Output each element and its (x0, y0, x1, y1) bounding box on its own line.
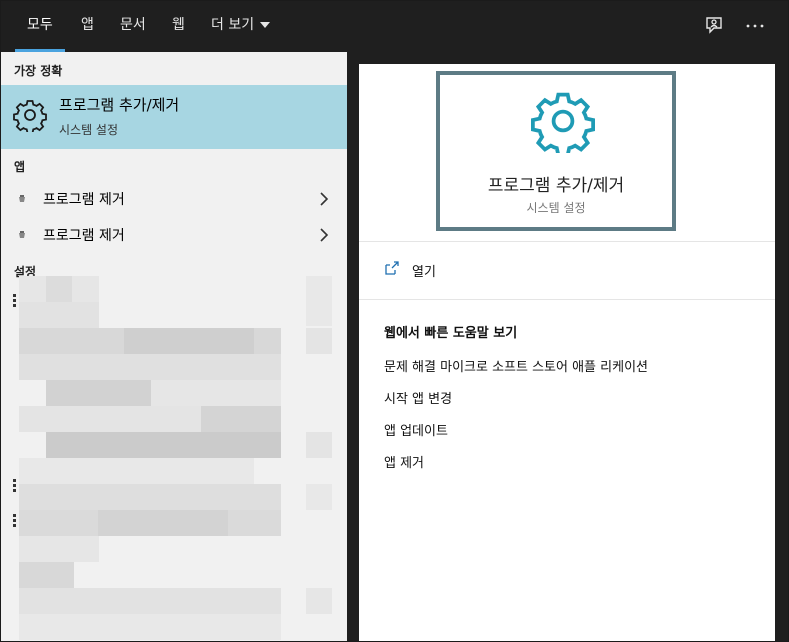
best-match-subtitle: 시스템 설정 (59, 123, 119, 137)
web-link-change-startup-apps[interactable]: 시작 앱 변경 (384, 388, 452, 407)
divider (359, 299, 775, 300)
feedback-icon[interactable] (702, 14, 726, 38)
web-link-update-apps[interactable]: 앱 업데이트 (384, 420, 448, 439)
app-result-uninstall-2[interactable]: 프로그램 제거 (1, 218, 347, 252)
preview-subtitle: 시스템 설정 (526, 201, 586, 215)
chevron-right-icon[interactable] (319, 227, 329, 243)
tab-web-label: 웹 (172, 17, 185, 33)
open-button[interactable]: 열기 (379, 258, 579, 286)
best-match-title: 프로그램 추가/제거 (59, 96, 180, 114)
tab-web[interactable]: 웹 (170, 1, 187, 52)
app-result-label: 프로그램 제거 (43, 192, 125, 208)
preview-title: 프로그램 추가/제거 (487, 176, 625, 196)
best-match-result[interactable]: 프로그램 추가/제거 시스템 설정 (1, 85, 347, 149)
divider (359, 241, 775, 242)
tab-apps[interactable]: 앱 (79, 1, 96, 52)
apps-header: 앱 (14, 160, 26, 174)
tab-documents[interactable]: 문서 (118, 1, 148, 52)
web-link-remove-apps[interactable]: 앱 제거 (384, 452, 424, 471)
program-icon (19, 195, 25, 202)
tab-all-label: 모두 (27, 17, 53, 33)
more-options-icon[interactable] (743, 14, 767, 38)
search-topbar: 모두 앱 문서 웹 더 보기 (1, 1, 788, 52)
tab-all[interactable]: 모두 (15, 1, 65, 52)
app-result-uninstall-1[interactable]: 프로그램 제거 (1, 182, 347, 216)
tab-documents-label: 문서 (120, 17, 146, 33)
chevron-right-icon[interactable] (319, 191, 329, 207)
results-pane: 가장 정확 프로그램 추가/제거 시스템 설정 앱 프로그램 제거 프로그램 제… (1, 52, 347, 641)
search-window: 모두 앱 문서 웹 더 보기 가장 정확 프로그램 추가/제거 시스템 설정 앱… (0, 0, 789, 642)
preview-pane: 프로그램 추가/제거 시스템 설정 열기 웹에서 빠른 도움말 보기 문제 해결… (359, 64, 775, 641)
best-match-header: 가장 정확 (14, 64, 63, 78)
tab-apps-label: 앱 (81, 17, 94, 33)
preview-card: 프로그램 추가/제거 시스템 설정 (436, 71, 676, 231)
gear-icon (531, 92, 595, 153)
program-icon (19, 231, 25, 238)
web-link-troubleshoot-store[interactable]: 문제 해결 마이크로 소프트 스토어 애플 리케이션 (384, 356, 648, 375)
tab-more-label: 더 보기 (211, 17, 255, 33)
app-result-label: 프로그램 제거 (43, 228, 125, 244)
tab-more[interactable]: 더 보기 (209, 1, 272, 52)
gear-icon (13, 100, 47, 132)
open-icon (385, 261, 399, 275)
chevron-down-icon (260, 22, 271, 28)
window-edge (775, 64, 788, 641)
blurred-settings-results (1, 274, 347, 641)
open-label: 열기 (412, 265, 436, 280)
web-help-header: 웹에서 빠른 도움말 보기 (384, 326, 518, 341)
